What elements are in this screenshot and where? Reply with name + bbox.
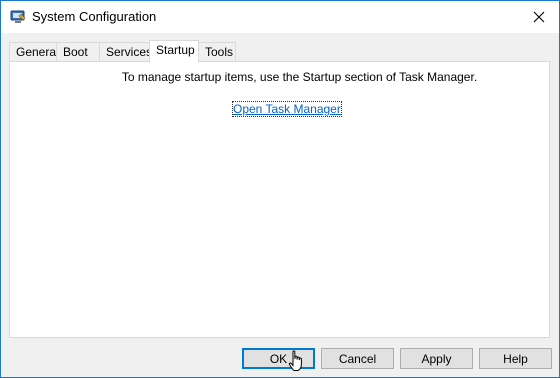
title-bar[interactable]: System Configuration [1,1,559,33]
ok-button[interactable]: OK [242,348,315,369]
tab-boot[interactable]: Boot [56,42,100,62]
window-title: System Configuration [32,9,157,24]
startup-panel: To manage startup items, use the Startup… [9,61,550,338]
startup-message: To manage startup items, use the Startup… [121,70,478,84]
open-task-manager-link[interactable]: Open Task Manager [232,101,342,117]
tab-startup[interactable]: Startup [149,40,199,63]
help-button[interactable]: Help [479,348,552,369]
close-icon [533,11,545,23]
system-config-icon [10,9,26,25]
apply-button[interactable]: Apply [400,348,473,369]
tab-tools[interactable]: Tools [198,42,236,62]
close-button[interactable] [519,1,559,33]
tab-general[interactable]: General [9,42,59,62]
cancel-button[interactable]: Cancel [321,348,394,369]
system-configuration-window: System Configuration General Boot Servic… [0,0,560,378]
tab-services[interactable]: Services [99,42,152,62]
